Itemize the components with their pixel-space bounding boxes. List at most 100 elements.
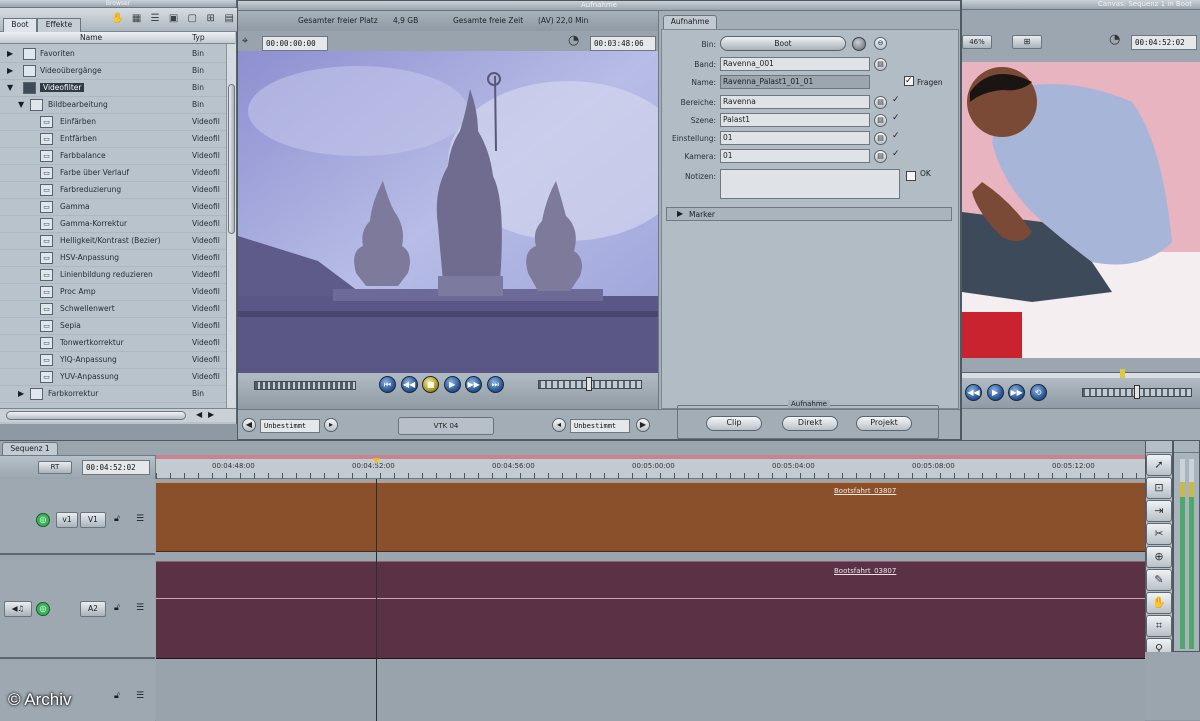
projekt-button[interactable]: Projekt bbox=[856, 416, 912, 431]
disclosure-triangle-icon[interactable]: ▶ bbox=[7, 49, 13, 58]
play-icon[interactable]: ▶ bbox=[443, 376, 461, 393]
disclosure-triangle-icon[interactable]: ▶ bbox=[18, 389, 24, 398]
grid-icon[interactable]: ▦ bbox=[129, 11, 145, 25]
jog-slider-thumb[interactable] bbox=[586, 377, 592, 391]
select-icon[interactable]: ⊡ bbox=[1146, 477, 1172, 499]
track-visibility-icon[interactable]: ◎ bbox=[36, 513, 50, 527]
band-slate-icon[interactable]: ▤ bbox=[874, 58, 887, 71]
audio-source-button[interactable]: ◀♫ bbox=[4, 601, 32, 617]
razor-icon[interactable]: ✂ bbox=[1146, 523, 1172, 545]
go-to-out-button[interactable]: ◂ bbox=[552, 418, 566, 432]
layout-icon[interactable]: ▤ bbox=[221, 11, 237, 25]
canvas-jog-thumb[interactable] bbox=[1134, 385, 1140, 399]
clip-button[interactable]: Clip bbox=[706, 416, 762, 431]
clip-audio[interactable]: Bootsfahrt_03807 bbox=[156, 561, 1145, 659]
list-item[interactable]: ▭ YIQ-Anpassung Videofil bbox=[0, 352, 235, 369]
bereich-slate-icon[interactable]: ▤ bbox=[874, 96, 887, 109]
list-item[interactable]: ▼ Bildbearbeitung Bin bbox=[0, 97, 235, 114]
prev-edit-icon[interactable]: ⏮ bbox=[379, 376, 396, 393]
szene-field[interactable]: Palast1 bbox=[720, 113, 870, 127]
list-item[interactable]: ▶ Farbkorrektur Bin bbox=[0, 386, 235, 403]
jog-icon[interactable]: ⌖ bbox=[242, 34, 248, 48]
unbestimmt-in-field[interactable]: Unbestimmt bbox=[260, 419, 320, 433]
shuttle-slider[interactable] bbox=[254, 381, 356, 390]
pen-icon[interactable]: ⌗ bbox=[1146, 615, 1172, 637]
marker-section[interactable]: ▶ Marker bbox=[666, 207, 952, 221]
mark-in-button[interactable]: ◀ bbox=[242, 418, 256, 432]
timecode-in-field[interactable]: 00:00:00:00 bbox=[262, 36, 328, 51]
list-item[interactable]: ▭ Linienbildung reduzieren Videofil bbox=[0, 267, 235, 284]
scroll-right-icon[interactable]: ▶ bbox=[208, 410, 214, 419]
list-item[interactable]: ▭ Schwellenwert Videofil bbox=[0, 301, 235, 318]
ok-checkbox[interactable] bbox=[906, 171, 916, 181]
rewind-icon[interactable]: ◀◀ bbox=[400, 376, 418, 393]
lock-icon[interactable]: 🔓︎ bbox=[114, 514, 120, 524]
kamera-slate-icon[interactable]: ▤ bbox=[874, 150, 887, 163]
bereich-field[interactable]: Ravenna bbox=[720, 95, 870, 109]
browser-tab-boot[interactable]: Boot bbox=[3, 18, 37, 32]
notizen-field[interactable] bbox=[720, 169, 900, 199]
disclosure-open-icon[interactable]: ▼ bbox=[18, 100, 24, 109]
einstellung-check-icon[interactable]: ✓ bbox=[892, 131, 900, 141]
timecode-duration-field[interactable]: 00:03:48:06 bbox=[590, 36, 656, 51]
fragen-checkbox[interactable]: ✓ bbox=[904, 76, 914, 86]
list-item[interactable]: ▭ Helligkeit/Kontrast (Bezier) Videofil bbox=[0, 233, 235, 250]
lock-icon[interactable]: 🔓︎ bbox=[114, 691, 120, 701]
deck-field[interactable]: VTK 04 bbox=[398, 417, 494, 435]
hand-tool-icon[interactable]: ✋ bbox=[110, 11, 126, 25]
canvas-play-icon[interactable]: ▶ bbox=[986, 384, 1004, 401]
timeline-playhead[interactable] bbox=[376, 479, 377, 721]
direkt-button[interactable]: Direkt bbox=[782, 416, 838, 431]
list-item-selected[interactable]: ▼ Videofilter Bin bbox=[0, 80, 235, 97]
mark-out-button[interactable]: ▶ bbox=[636, 418, 650, 432]
next-edit-icon[interactable]: ⏭ bbox=[486, 376, 504, 393]
marker-disclosure-icon[interactable]: ▶ bbox=[677, 209, 683, 218]
browser-horizontal-scrollbar[interactable]: ◀ ▶ bbox=[0, 408, 236, 422]
list-item[interactable]: ▭ Gamma-Korrektur Videofil bbox=[0, 216, 235, 233]
monitor-icon[interactable]: ▣ bbox=[166, 11, 182, 25]
auto-select-icon[interactable]: ☰ bbox=[136, 514, 144, 524]
list-item[interactable]: ▭ HSV-Anpassung Videofil bbox=[0, 250, 235, 267]
list-item[interactable]: ▭ Entfärben Videofil bbox=[0, 131, 235, 148]
szene-slate-icon[interactable]: ▤ bbox=[874, 114, 887, 127]
track-empty[interactable] bbox=[156, 661, 1145, 721]
timeline-tab[interactable]: Sequenz 1 bbox=[2, 442, 58, 455]
list-item[interactable]: ▭ Sepia Videofil bbox=[0, 318, 235, 335]
list-item[interactable]: ▭ Proc Amp Videofil bbox=[0, 284, 235, 301]
kamera-field[interactable]: 01 bbox=[720, 149, 870, 163]
edit-icon[interactable]: ⇥ bbox=[1146, 500, 1172, 522]
dest-a2-button[interactable]: A2 bbox=[80, 601, 106, 617]
bereich-check-icon[interactable]: ✓ bbox=[892, 95, 900, 105]
list-item[interactable]: ▭ YUV-Anpassung Videofil bbox=[0, 369, 235, 386]
canvas-rewind-icon[interactable]: ◀◀ bbox=[965, 384, 982, 401]
canvas-ff-icon[interactable]: ▶▶ bbox=[1008, 384, 1026, 401]
window-icon[interactable]: ▢ bbox=[184, 11, 200, 25]
einstellung-slate-icon[interactable]: ▤ bbox=[874, 132, 887, 145]
list-item[interactable]: ▶ Videoübergänge Bin bbox=[0, 63, 235, 80]
list-item[interactable]: ▭ Farbreduzierung Videofil bbox=[0, 182, 235, 199]
hand-icon[interactable]: ✋ bbox=[1146, 592, 1172, 614]
browser-vertical-scrollbar[interactable] bbox=[226, 44, 236, 408]
scroll-thumb-h[interactable] bbox=[6, 411, 186, 420]
list-item[interactable]: ▭ Gamma Videofil bbox=[0, 199, 235, 216]
canvas-timecode-field[interactable]: 00:04:52:02 bbox=[1131, 35, 1197, 50]
bin-action-icon[interactable]: ⊖ bbox=[874, 37, 887, 50]
log-tab[interactable]: Aufnahme bbox=[663, 15, 717, 29]
bin-button[interactable]: Boot bbox=[720, 36, 846, 51]
list-item[interactable]: ▭ Einfärben Videofil bbox=[0, 114, 235, 131]
arrow-icon[interactable]: ➚ bbox=[1146, 454, 1172, 476]
column-type[interactable]: Typ bbox=[192, 33, 205, 42]
szene-check-icon[interactable]: ✓ bbox=[892, 113, 900, 123]
einstellung-field[interactable]: 01 bbox=[720, 131, 870, 145]
disclosure-open-icon[interactable]: ▼ bbox=[7, 83, 13, 92]
list-item[interactable]: ▭ Tonwertkorrektur Videofil bbox=[0, 335, 235, 352]
auto-select-icon[interactable]: ☰ bbox=[136, 691, 144, 701]
kamera-check-icon[interactable]: ✓ bbox=[892, 149, 900, 159]
band-field[interactable]: Ravenna_001 bbox=[720, 57, 870, 71]
scroll-thumb[interactable] bbox=[228, 84, 235, 234]
go-to-in-button[interactable]: ▸ bbox=[324, 418, 338, 432]
zoom-icon[interactable]: ⊕ bbox=[1146, 546, 1172, 568]
rt-popup[interactable]: RT bbox=[38, 461, 72, 474]
canvas-loop-icon[interactable]: ⟲ bbox=[1029, 384, 1047, 401]
timeline-timecode-field[interactable]: 00:04:52:02 bbox=[82, 460, 150, 475]
